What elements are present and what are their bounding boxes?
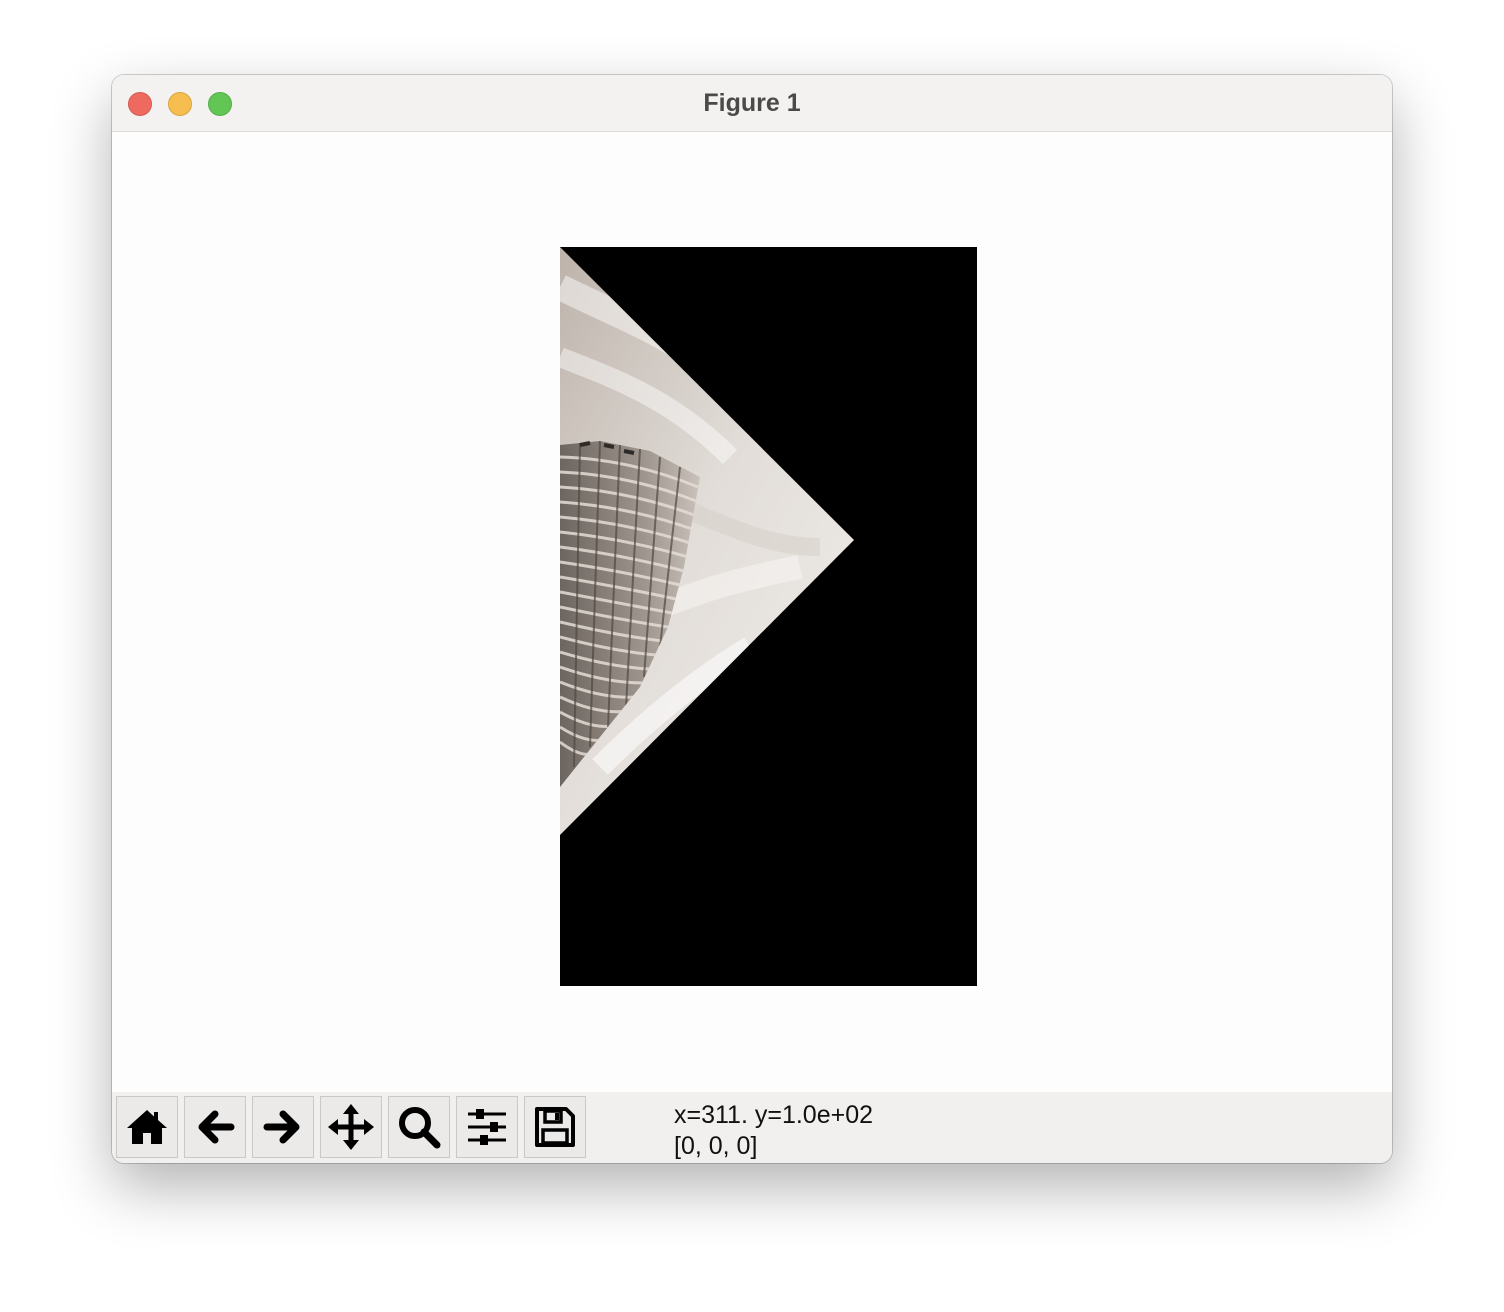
cursor-coordinates: x=311. y=1.0e+02 <box>674 1101 874 1129</box>
arrow-left-icon <box>195 1107 235 1147</box>
forward-button[interactable] <box>252 1096 314 1158</box>
back-button[interactable] <box>184 1096 246 1158</box>
sliders-icon <box>466 1107 508 1147</box>
navigation-toolbar: x=311. y=1.0e+02 [0, 0, 0] <box>112 1092 1392 1163</box>
pan-button[interactable] <box>320 1096 382 1158</box>
plot-image[interactable] <box>560 247 977 986</box>
home-button[interactable] <box>116 1096 178 1158</box>
pixel-value: [0, 0, 0] <box>674 1132 758 1160</box>
status-readout: x=311. y=1.0e+02 [0, 0, 0] <box>674 1100 873 1162</box>
magnifier-icon <box>397 1105 441 1149</box>
save-button[interactable] <box>524 1096 586 1158</box>
home-icon <box>125 1107 169 1147</box>
arrow-right-icon <box>263 1107 303 1147</box>
figure-window: Figure 1 x=311. y=1.0e+02 [0, 0, 0] <box>112 75 1392 1163</box>
move-arrows-icon <box>327 1103 375 1151</box>
title-bar: Figure 1 <box>112 75 1392 132</box>
window-title: Figure 1 <box>703 89 801 117</box>
figure-canvas[interactable] <box>112 132 1392 1092</box>
configure-subplots-button[interactable] <box>456 1096 518 1158</box>
floppy-disk-icon <box>534 1106 576 1148</box>
zoom-button[interactable] <box>388 1096 450 1158</box>
